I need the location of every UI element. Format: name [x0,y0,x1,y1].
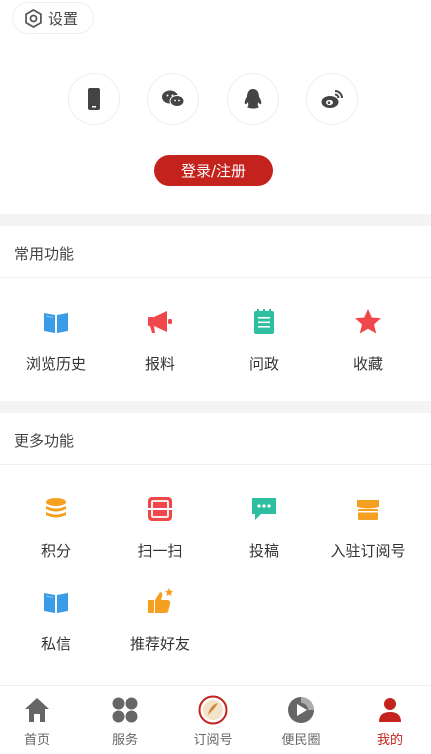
home-icon [25,698,49,722]
tip-off-label: 报料 [144,355,175,373]
wechat-icon [162,90,185,107]
tab-home[interactable]: 首页 [0,686,80,754]
megaphone-icon [148,311,172,333]
phone-login-button[interactable] [68,73,120,125]
login-register-label: 登录/注册 [180,162,247,180]
private-message-item[interactable]: 私信 [2,585,110,665]
points-label: 积分 [40,542,71,560]
tab-community[interactable]: 便民圈 [258,686,344,754]
qq-icon [244,89,262,109]
weibo-icon [321,90,343,108]
settings-icon [25,8,42,28]
tip-off-item[interactable]: 报料 [106,305,214,385]
star-icon [355,309,381,334]
recommend-friends-item[interactable]: 推荐好友 [106,585,214,665]
scan-label: 扫一扫 [137,542,183,560]
tab-subscription[interactable]: 订阅号 [170,686,256,754]
qq-login-button[interactable] [227,73,279,125]
thumbs-up-icon [148,588,173,613]
phone-icon [88,88,100,110]
grid-icon [112,697,138,723]
political-inquiry-label: 问政 [248,355,279,373]
tab-services-label: 服务 [111,733,138,748]
chat-bubble-icon [252,498,276,520]
favorites-label: 收藏 [352,355,383,373]
social-login-row [0,73,431,125]
join-subscription-item[interactable]: 入驻订阅号 [314,492,422,572]
political-inquiry-item[interactable]: 问政 [210,305,318,385]
weibo-login-button[interactable] [306,73,358,125]
contribute-item[interactable]: 投稿 [210,492,318,572]
section-gap [0,214,431,226]
tab-mine[interactable]: 我的 [347,686,431,754]
tab-mine-label: 我的 [376,733,403,748]
join-subscription-label: 入驻订阅号 [330,542,406,560]
subscription-icon [198,695,228,725]
common-functions-title: 常用功能 [14,245,75,263]
scan-icon [148,497,172,521]
coins-icon [46,498,66,518]
tab-services[interactable]: 服务 [82,686,168,754]
person-icon [379,698,401,722]
divider [0,277,431,278]
points-item[interactable]: 积分 [2,492,110,572]
browse-history-item[interactable]: 浏览历史 [2,305,110,385]
login-register-button[interactable]: 登录/注册 [154,155,273,186]
divider [0,464,431,465]
settings-label: 设置 [48,9,79,28]
settings-button[interactable]: 设置 [12,2,94,34]
bottom-tab-bar: 首页 服务 订阅号 便民圈 我的 [0,685,431,754]
browse-history-label: 浏览历史 [25,355,86,373]
notepad-icon [254,309,274,334]
wechat-login-button[interactable] [147,73,199,125]
circle-icon [288,697,314,723]
contribute-label: 投稿 [248,542,279,560]
scan-item[interactable]: 扫一扫 [106,492,214,572]
private-message-label: 私信 [40,635,71,653]
favorites-item[interactable]: 收藏 [314,305,422,385]
tab-subscription-label: 订阅号 [193,733,233,748]
tab-community-label: 便民圈 [281,733,321,748]
section-gap [0,401,431,413]
book-icon [44,313,68,333]
recommend-friends-label: 推荐好友 [129,635,190,653]
book-icon [44,593,68,613]
store-icon [357,500,379,520]
tab-home-label: 首页 [23,733,50,748]
more-functions-title: 更多功能 [14,432,75,450]
